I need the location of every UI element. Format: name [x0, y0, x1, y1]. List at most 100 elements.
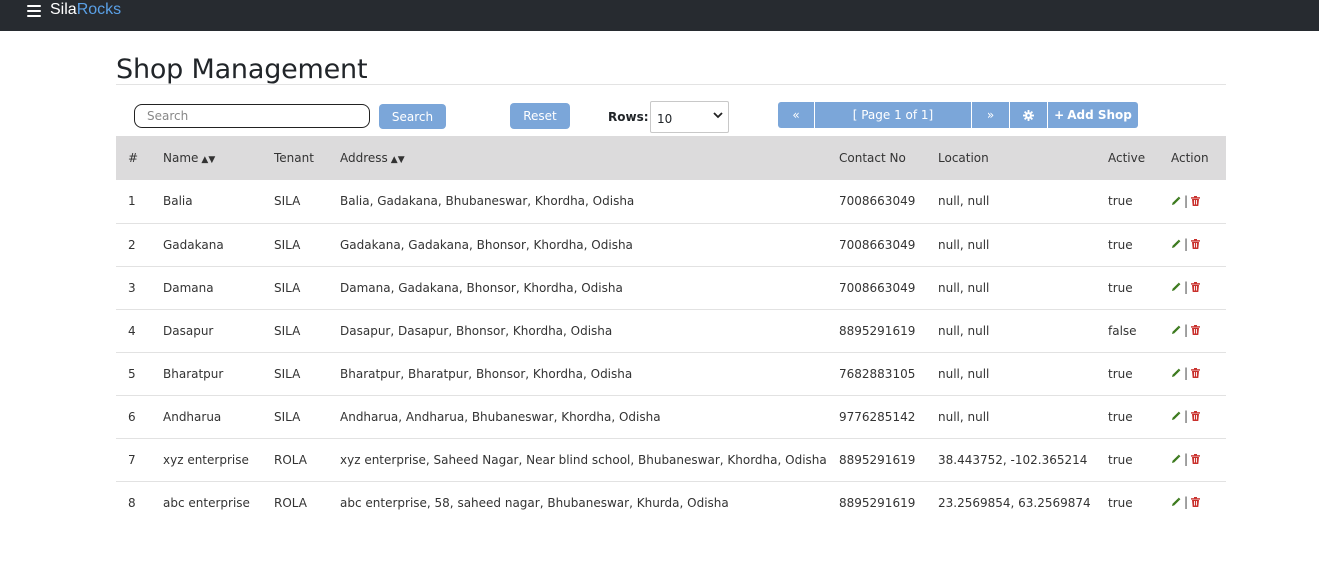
shop-name: xyz enterprise — [163, 452, 249, 467]
shop-name: Dasapur — [163, 323, 214, 338]
delete-button[interactable] — [1191, 497, 1201, 508]
delete-button[interactable] — [1191, 325, 1201, 335]
address: xyz enterprise, Saheed Nagar, Near blind… — [340, 452, 827, 467]
delete-button[interactable] — [1191, 239, 1201, 249]
pencil-icon[interactable] — [1171, 454, 1181, 464]
delete-button[interactable] — [1191, 368, 1201, 378]
tenant: SILA — [274, 280, 301, 295]
edit-button[interactable] — [1171, 196, 1181, 206]
pencil-icon[interactable] — [1171, 368, 1181, 378]
row-actions: | — [1171, 481, 1226, 524]
header-tenant: Tenant — [274, 151, 314, 165]
pencil-icon[interactable] — [1171, 196, 1181, 206]
add-shop-button[interactable]: + Add Shop — [1048, 102, 1138, 128]
top-navbar: SilaRocks — [0, 0, 1319, 31]
page-info-button[interactable]: [ Page 1 of 1] — [815, 102, 972, 128]
header-action: Action — [1171, 151, 1209, 165]
delete-button[interactable] — [1191, 411, 1201, 421]
edit-button[interactable] — [1171, 411, 1181, 421]
delete-button[interactable] — [1191, 282, 1201, 292]
add-shop-label: Add Shop — [1067, 108, 1132, 122]
edit-button[interactable] — [1171, 368, 1181, 378]
table-row: 2 Gadakana SILA Gadakana, Gadakana, Bhonsor… — [116, 223, 1226, 266]
location: null, null — [938, 409, 990, 424]
edit-button[interactable] — [1171, 454, 1181, 464]
row-actions: | — [1171, 309, 1226, 352]
next-page-button[interactable]: » — [972, 102, 1010, 128]
trash-icon[interactable] — [1191, 368, 1201, 378]
title-divider — [116, 84, 1226, 85]
address: Damana, Gadakana, Bhonsor, Khordha, Odis… — [340, 280, 623, 295]
trash-icon[interactable] — [1191, 325, 1201, 335]
edit-button[interactable] — [1171, 239, 1181, 249]
header-contact: Contact No — [839, 151, 906, 165]
table-row: 3 Damana SILA Damana, Gadakana, Bhonsor, Kh… — [116, 266, 1226, 309]
row-actions: | — [1171, 223, 1226, 266]
row-num: 7 — [128, 452, 136, 467]
header-address-label: Address — [340, 151, 388, 165]
sort-icon[interactable]: ▲▼ — [391, 155, 405, 165]
address: Bharatpur, Bharatpur, Bhonsor, Khordha, … — [340, 366, 633, 381]
hamburger-menu-icon[interactable] — [27, 5, 41, 17]
pencil-icon[interactable] — [1171, 497, 1181, 507]
location: 38.443752, -102.365214 — [938, 452, 1088, 467]
chevron-down-icon — [713, 112, 723, 119]
pencil-icon[interactable] — [1171, 282, 1181, 292]
active-status: true — [1108, 194, 1133, 209]
row-actions: | — [1171, 395, 1226, 438]
trash-icon[interactable] — [1191, 239, 1201, 249]
shop-name: Bharatpur — [163, 366, 224, 381]
first-page-button[interactable]: « — [778, 102, 815, 128]
action-separator: | — [1184, 495, 1189, 510]
header-name[interactable]: Name ▲▼ — [163, 136, 274, 180]
edit-button[interactable] — [1171, 282, 1181, 292]
sort-icon[interactable]: ▲▼ — [201, 155, 215, 165]
gear-icon — [1023, 109, 1034, 121]
location: null, null — [938, 280, 990, 295]
table-row: 1 Balia SILA Balia, Gadakana, Bhubaneswar, … — [116, 180, 1226, 223]
tenant: ROLA — [274, 452, 307, 467]
action-separator: | — [1184, 409, 1189, 423]
location: null, null — [938, 237, 990, 252]
delete-button[interactable] — [1191, 195, 1201, 206]
pencil-icon[interactable] — [1171, 411, 1181, 421]
trash-icon[interactable] — [1191, 454, 1201, 464]
edit-button[interactable] — [1171, 325, 1181, 335]
pencil-icon[interactable] — [1171, 239, 1181, 249]
reset-button[interactable]: Reset — [510, 103, 570, 129]
header-location: Location — [938, 151, 989, 165]
shop-name: Damana — [163, 280, 214, 295]
contact-no: 8895291619 — [839, 323, 916, 338]
location: 23.2569854, 63.2569874 — [938, 495, 1091, 510]
trash-icon[interactable] — [1191, 195, 1201, 206]
delete-button[interactable] — [1191, 454, 1201, 464]
address: Balia, Gadakana, Bhubaneswar, Khordha, O… — [340, 194, 635, 209]
trash-icon[interactable] — [1191, 282, 1201, 292]
plus-icon: + — [1054, 108, 1065, 122]
rows-label: Rows: — [608, 110, 649, 124]
active-status: true — [1108, 366, 1133, 381]
address: abc enterprise, 58, saheed nagar, Bhuban… — [340, 495, 729, 510]
trash-icon[interactable] — [1191, 497, 1201, 508]
action-separator: | — [1184, 193, 1189, 208]
address: Andharua, Andharua, Bhubaneswar, Khordha… — [340, 409, 661, 424]
header-name-label: Name — [163, 151, 199, 165]
header-num: # — [128, 151, 139, 165]
location: null, null — [938, 323, 990, 338]
double-chevron-left-icon: « — [792, 108, 800, 122]
search-input[interactable] — [134, 104, 370, 128]
search-button[interactable]: Search — [379, 104, 446, 129]
trash-icon[interactable] — [1191, 411, 1201, 421]
brand-logo[interactable]: SilaRocks — [50, 1, 121, 19]
shop-name: Andharua — [163, 409, 222, 424]
address: Gadakana, Gadakana, Bhonsor, Khordha, Od… — [340, 237, 633, 252]
settings-button[interactable] — [1010, 102, 1048, 128]
edit-button[interactable] — [1171, 497, 1181, 507]
pagination-toolbar: « [ Page 1 of 1] » + Add Shop — [778, 102, 1138, 128]
pencil-icon[interactable] — [1171, 325, 1181, 335]
table-row: 4 Dasapur SILA Dasapur, Dasapur, Bhonsor, K… — [116, 309, 1226, 352]
table-header-row: # Name ▲▼ Tenant Address ▲▼ Contact No Loc… — [116, 136, 1226, 180]
rows-per-page-select[interactable]: 10 — [650, 101, 729, 133]
row-num: 5 — [128, 366, 136, 381]
header-address[interactable]: Address ▲▼ — [340, 136, 839, 180]
